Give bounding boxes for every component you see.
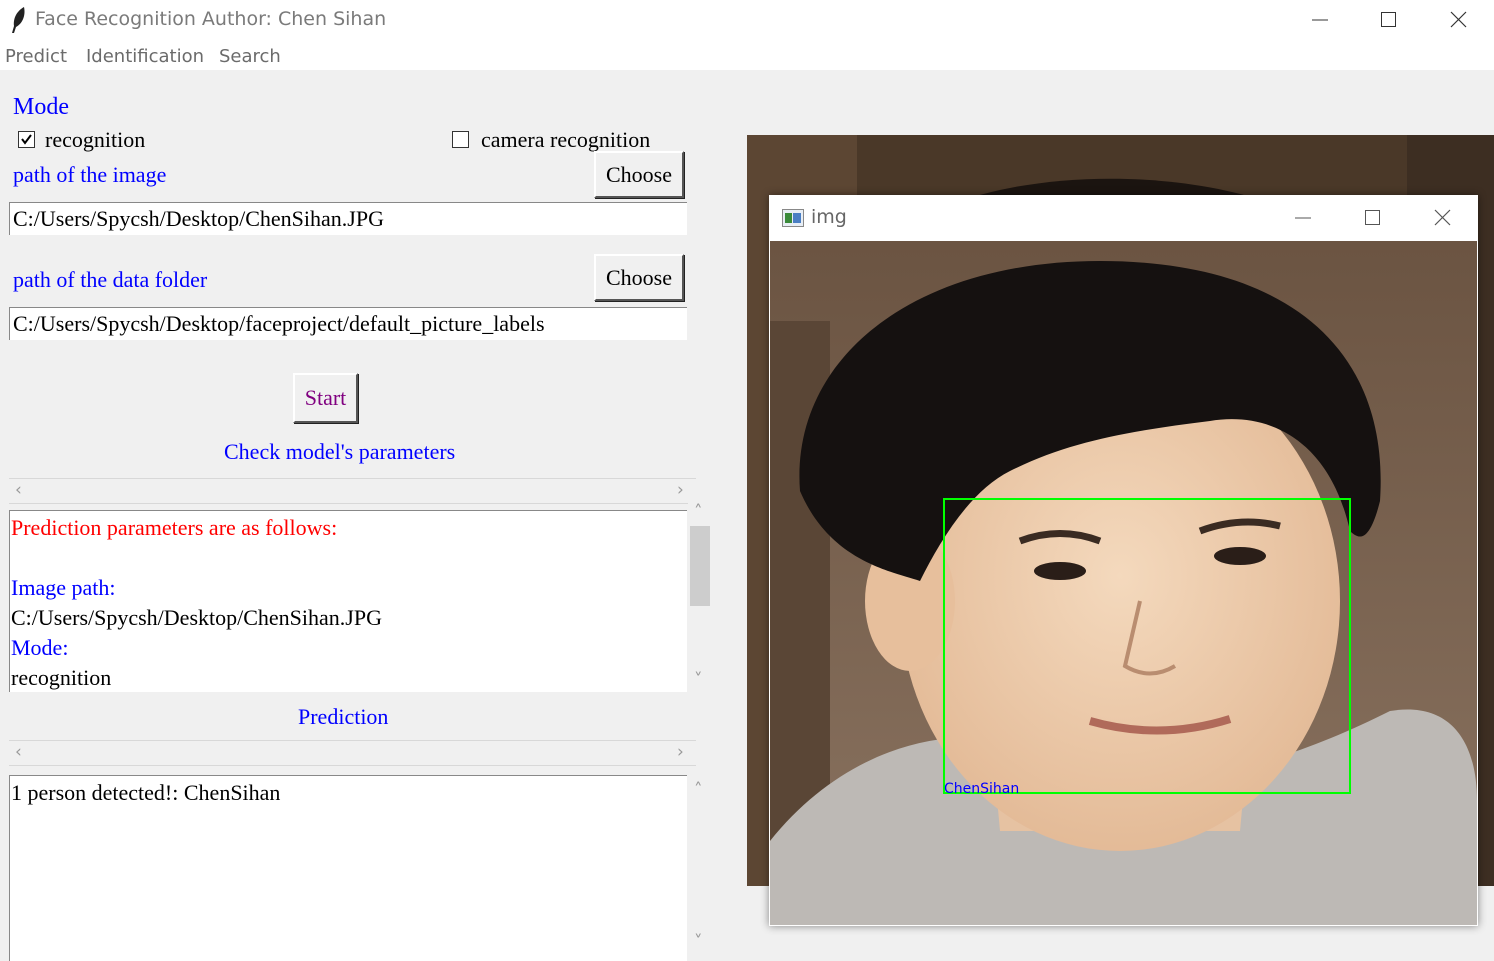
close-icon[interactable]	[1434, 209, 1452, 227]
scroll-down-icon[interactable]: ˅	[694, 932, 703, 952]
menu-predict[interactable]: Predict	[5, 46, 67, 67]
scroll-up-icon[interactable]: ˄	[694, 780, 703, 800]
image-path-field[interactable]: C:/Users/Spycsh/Desktop/ChenSihan.JPG	[9, 202, 687, 235]
recognition-label: recognition	[45, 127, 146, 152]
menu-identification[interactable]: Identification	[86, 46, 204, 67]
close-button[interactable]	[1424, 0, 1494, 40]
params-line: C:/Users/Spycsh/Desktop/ChenSihan.JPG	[11, 605, 382, 630]
params-line: Mode:	[11, 635, 69, 660]
img-title-bar: img	[769, 195, 1478, 241]
choose-folder-button[interactable]: Choose	[594, 254, 684, 301]
params-textbox[interactable]: Prediction parameters are as follows: Im…	[9, 510, 687, 692]
recognition-checkbox[interactable]	[18, 131, 35, 148]
maximize-icon[interactable]	[1364, 209, 1382, 227]
image-path-label: path of the image	[13, 162, 167, 187]
close-icon	[1450, 11, 1467, 28]
scroll-right-icon[interactable]: ›	[677, 480, 684, 500]
face-name-label: ChenSihan	[944, 781, 1020, 797]
params-line: recognition	[11, 665, 112, 690]
start-button[interactable]: Start	[293, 373, 358, 423]
params-heading: Check model's parameters	[224, 439, 456, 464]
prediction-heading: Prediction	[298, 704, 389, 729]
menu-bar: Predict Identification Search	[0, 40, 1494, 70]
prediction-result: 1 person detected!: ChenSihan	[11, 780, 281, 805]
scroll-right-icon[interactable]: ›	[677, 742, 684, 762]
prediction-vscrollbar[interactable]: ˄ ˅	[688, 776, 712, 961]
img-window-title: img	[811, 206, 847, 228]
prediction-textbox[interactable]: 1 person detected!: ChenSihan	[9, 775, 687, 961]
scroll-down-icon[interactable]: ˅	[694, 670, 703, 690]
window-title: Face Recognition Author: Chen Sihan	[35, 8, 387, 30]
params-vscrollbar[interactable]: ˄ ˅	[688, 502, 712, 694]
params-hscrollbar[interactable]: ‹ ›	[9, 478, 696, 504]
maximize-icon	[1381, 12, 1396, 27]
params-line: Prediction parameters are as follows:	[11, 515, 338, 540]
menu-search[interactable]: Search	[219, 46, 281, 67]
scroll-left-icon[interactable]: ‹	[15, 480, 22, 500]
detection-photo: ChenSihan	[770, 241, 1477, 925]
data-folder-label: path of the data folder	[13, 267, 208, 292]
face-detection-box	[943, 498, 1351, 794]
feather-icon	[12, 7, 25, 33]
choose-image-button[interactable]: Choose	[594, 151, 684, 198]
maximize-button[interactable]	[1354, 0, 1424, 40]
prediction-hscrollbar[interactable]: ‹ ›	[9, 740, 696, 766]
mode-heading: Mode	[13, 94, 69, 120]
minimize-icon[interactable]	[1294, 209, 1312, 227]
img-window[interactable]: img ChenSihan	[769, 195, 1478, 926]
data-folder-field[interactable]: C:/Users/Spycsh/Desktop/faceproject/defa…	[9, 307, 687, 340]
scroll-up-icon[interactable]: ˄	[694, 502, 703, 522]
camera-recognition-label: camera recognition	[481, 127, 651, 152]
params-line: Image path:	[11, 575, 116, 600]
checkmark-icon	[21, 134, 32, 145]
minimize-button[interactable]	[1285, 0, 1355, 40]
scroll-thumb[interactable]	[690, 526, 710, 606]
camera-recognition-checkbox[interactable]	[452, 131, 469, 148]
minimize-icon	[1312, 19, 1328, 21]
scroll-left-icon[interactable]: ‹	[15, 742, 22, 762]
image-icon	[782, 209, 804, 227]
params-line	[11, 543, 687, 573]
title-bar: Face Recognition Author: Chen Sihan	[0, 0, 1494, 40]
